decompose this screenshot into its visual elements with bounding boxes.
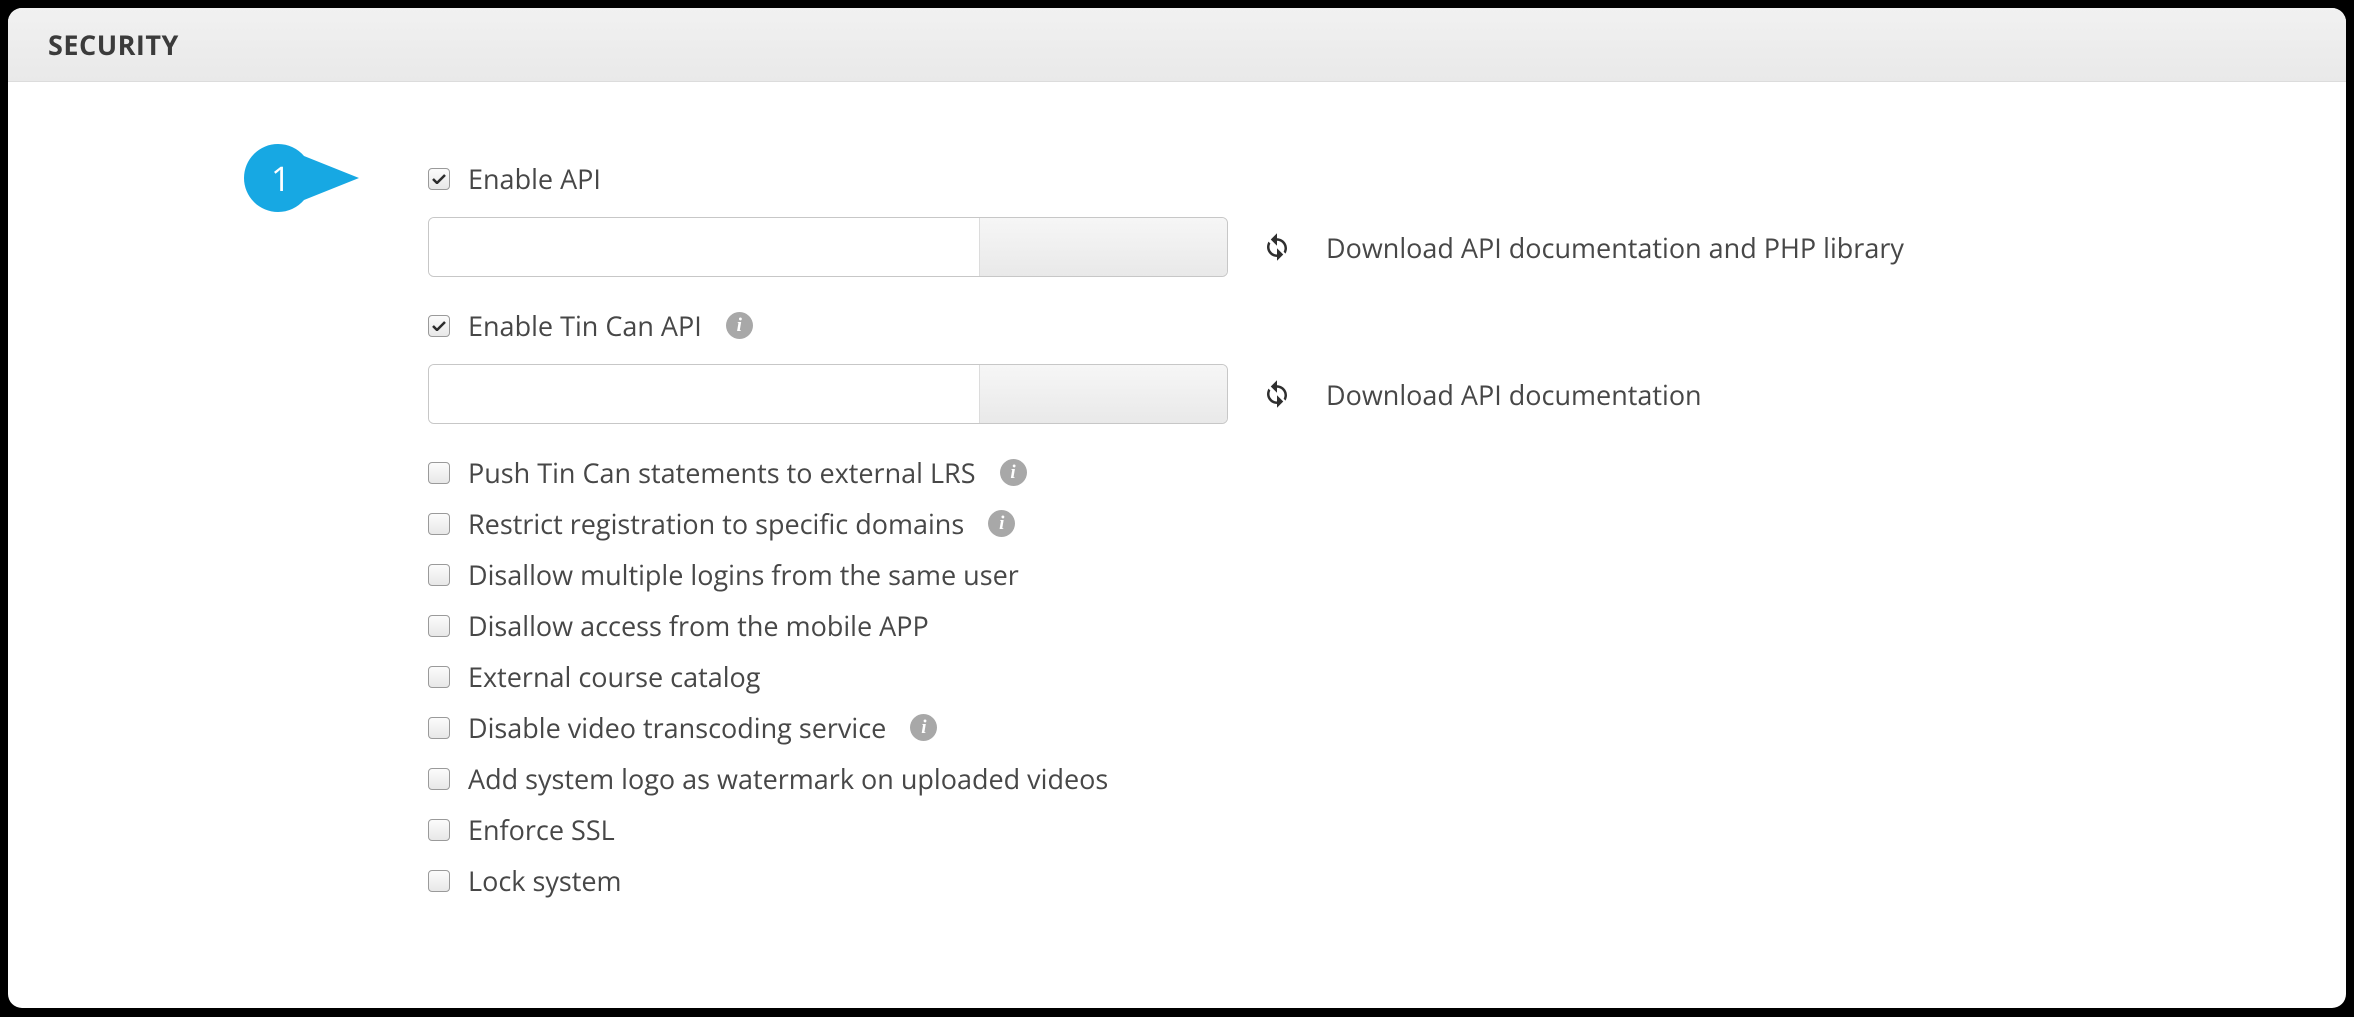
enforce-ssl-checkbox[interactable] [428,819,450,841]
lock-system-row: Lock system [428,862,2346,899]
external-catalog-checkbox[interactable] [428,666,450,688]
lock-system-label: Lock system [468,862,622,899]
enable-tincan-checkbox[interactable] [428,315,450,337]
restrict-domains-label: Restrict registration to specific domain… [468,505,964,542]
restrict-domains-row: Restrict registration to specific domain… [428,505,2346,542]
step-callout-1: 1 [244,144,359,212]
enforce-ssl-label: Enforce SSL [468,811,615,848]
disallow-multiple-logins-row: Disallow multiple logins from the same u… [428,556,2346,593]
disallow-multiple-logins-label: Disallow multiple logins from the same u… [468,556,1019,593]
disable-transcoding-label: Disable video transcoding service [468,709,886,746]
info-icon[interactable]: i [1000,459,1027,486]
restrict-domains-checkbox[interactable] [428,513,450,535]
security-panel: SECURITY 1 Enable API [8,8,2346,1008]
disable-transcoding-checkbox[interactable] [428,717,450,739]
info-icon[interactable]: i [988,510,1015,537]
api-download-link[interactable]: Download API documentation and PHP libra… [1326,229,1904,266]
watermark-checkbox[interactable] [428,768,450,790]
tincan-key-row: Download API documentation [428,364,2346,424]
api-key-input[interactable] [429,218,979,276]
watermark-label: Add system logo as watermark on uploaded… [468,760,1108,797]
push-lrs-checkbox[interactable] [428,462,450,484]
watermark-row: Add system logo as watermark on uploaded… [428,760,2346,797]
disallow-mobile-checkbox[interactable] [428,615,450,637]
step-number: 1 [271,155,290,201]
enable-api-checkbox[interactable] [428,168,450,190]
tincan-key-input-group [428,364,1228,424]
api-key-row: Download API documentation and PHP libra… [428,217,2346,277]
tincan-key-generate-button[interactable] [979,365,1227,423]
refresh-icon[interactable] [1262,232,1292,262]
enable-tincan-label: Enable Tin Can API [468,307,702,344]
api-key-generate-button[interactable] [979,218,1227,276]
external-catalog-label: External course catalog [468,658,760,695]
lock-system-checkbox[interactable] [428,870,450,892]
panel-header: SECURITY [8,8,2346,82]
panel-title: SECURITY [48,26,2306,63]
enable-tincan-row: Enable Tin Can API i [428,307,2346,344]
api-key-input-group [428,217,1228,277]
disable-transcoding-row: Disable video transcoding service i [428,709,2346,746]
disallow-mobile-label: Disallow access from the mobile APP [468,607,929,644]
push-lrs-label: Push Tin Can statements to external LRS [468,454,976,491]
enable-api-row: Enable API [428,160,2346,197]
disallow-mobile-row: Disallow access from the mobile APP [428,607,2346,644]
external-catalog-row: External course catalog [428,658,2346,695]
tincan-download-link[interactable]: Download API documentation [1326,376,1702,413]
info-icon[interactable]: i [910,714,937,741]
push-lrs-row: Push Tin Can statements to external LRS … [428,454,2346,491]
tincan-key-input[interactable] [429,365,979,423]
enable-api-label: Enable API [468,160,601,197]
refresh-icon[interactable] [1262,379,1292,409]
disallow-multiple-logins-checkbox[interactable] [428,564,450,586]
enforce-ssl-row: Enforce SSL [428,811,2346,848]
info-icon[interactable]: i [726,312,753,339]
